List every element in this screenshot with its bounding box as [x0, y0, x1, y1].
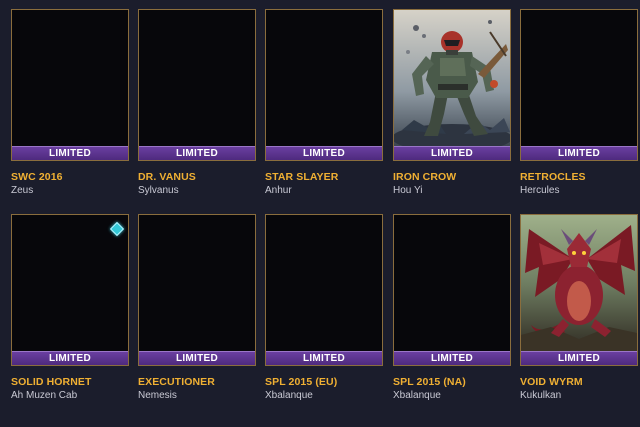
god-name: Hou Yi: [393, 185, 423, 196]
skin-card[interactable]: LIMITED EXECUTIONER Nemesis: [138, 214, 256, 401]
skin-thumbnail[interactable]: LIMITED: [393, 214, 511, 366]
limited-badge: LIMITED: [521, 146, 637, 160]
skin-thumbnail[interactable]: LIMITED: [265, 214, 383, 366]
god-name: Anhur: [265, 185, 292, 196]
skin-name: SPL 2015 (NA): [393, 376, 466, 388]
skin-thumbnail[interactable]: LIMITED: [138, 9, 256, 161]
skin-card[interactable]: LIMITED SWC 2016 Zeus: [11, 9, 129, 196]
god-name: Sylvanus: [138, 185, 179, 196]
skin-thumbnail[interactable]: LIMITED: [520, 214, 638, 366]
skin-card[interactable]: LIMITED IRON CROW Hou Yi: [393, 9, 511, 196]
skin-thumbnail[interactable]: LIMITED: [265, 9, 383, 161]
limited-badge: LIMITED: [12, 146, 128, 160]
skin-card[interactable]: LIMITED RETROCLES Hercules: [520, 9, 638, 196]
skin-name: IRON CROW: [393, 171, 457, 183]
limited-badge: LIMITED: [139, 351, 255, 365]
limited-badge: LIMITED: [394, 146, 510, 160]
god-name: Hercules: [520, 185, 560, 196]
skin-thumbnail[interactable]: LIMITED: [138, 214, 256, 366]
skin-name: SPL 2015 (EU): [265, 376, 338, 388]
limited-badge: LIMITED: [394, 351, 510, 365]
skin-thumbnail[interactable]: LIMITED: [11, 9, 129, 161]
skin-name: VOID WYRM: [520, 376, 583, 388]
skin-thumbnail[interactable]: LIMITED: [11, 214, 129, 366]
god-name: Xbalanque: [393, 390, 441, 401]
skin-card[interactable]: LIMITED STAR SLAYER Anhur: [265, 9, 383, 196]
skin-card[interactable]: LIMITED SOLID HORNET Ah Muzen Cab: [11, 214, 129, 401]
diamond-icon: [109, 221, 125, 237]
limited-badge: LIMITED: [521, 351, 637, 365]
limited-badge: LIMITED: [266, 351, 382, 365]
skin-card[interactable]: LIMITED DR. VANUS Sylvanus: [138, 9, 256, 196]
god-name: Xbalanque: [265, 390, 313, 401]
limited-badge: LIMITED: [139, 146, 255, 160]
skin-name: SOLID HORNET: [11, 376, 92, 388]
skin-name: SWC 2016: [11, 171, 63, 183]
skin-name: DR. VANUS: [138, 171, 196, 183]
skin-card[interactable]: LIMITED VOID WYRM Kukulkan: [520, 214, 638, 401]
armored-soldier-art: [394, 10, 510, 146]
god-name: Zeus: [11, 185, 34, 196]
limited-badge: LIMITED: [266, 146, 382, 160]
god-name: Nemesis: [138, 390, 177, 401]
skin-thumbnail[interactable]: LIMITED: [520, 9, 638, 161]
red-dragon-art: [521, 215, 637, 351]
skin-card[interactable]: LIMITED SPL 2015 (NA) Xbalanque: [393, 214, 511, 401]
god-name: Kukulkan: [520, 390, 562, 401]
skin-name: STAR SLAYER: [265, 171, 339, 183]
limited-badge: LIMITED: [12, 351, 128, 365]
skin-card[interactable]: LIMITED SPL 2015 (EU) Xbalanque: [265, 214, 383, 401]
skin-thumbnail[interactable]: LIMITED: [393, 9, 511, 161]
god-name: Ah Muzen Cab: [11, 390, 78, 401]
skin-name: RETROCLES: [520, 171, 586, 183]
skin-grid: LIMITED SWC 2016 Zeus LIMITED DR. VANUS …: [0, 0, 640, 427]
skin-name: EXECUTIONER: [138, 376, 215, 388]
